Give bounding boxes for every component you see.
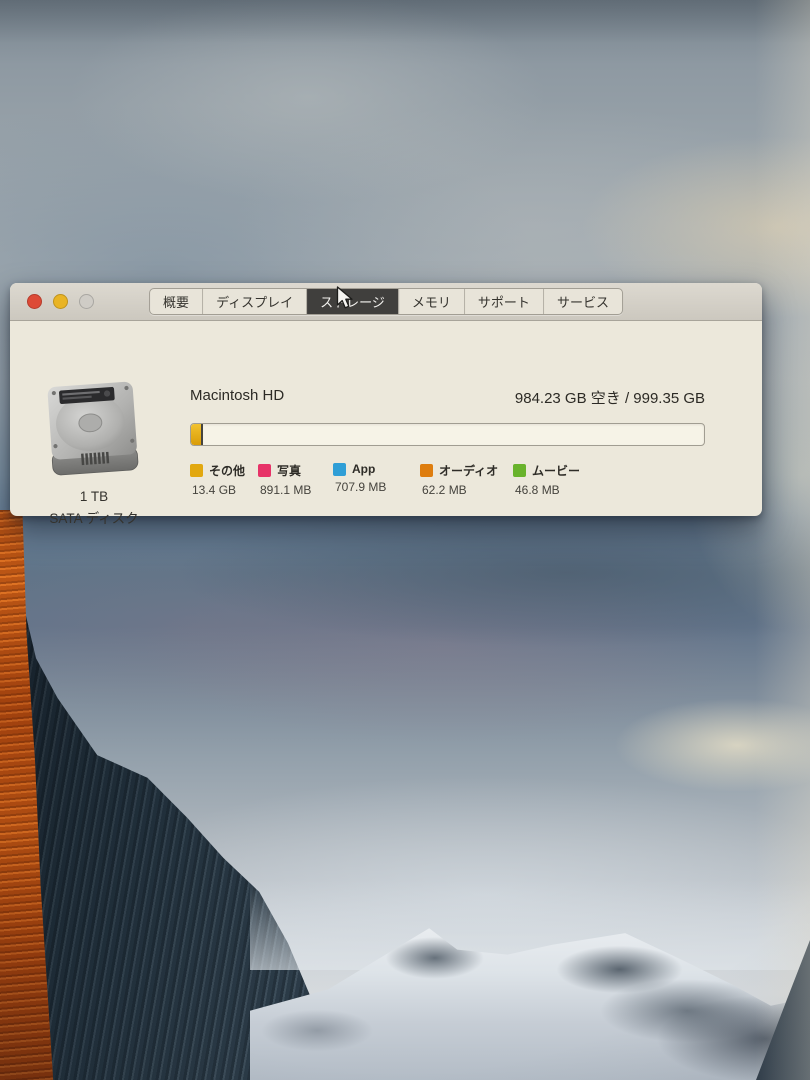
photo-vignette — [0, 0, 810, 1080]
photos-color-swatch — [258, 464, 271, 477]
mouse-cursor-icon — [336, 286, 354, 312]
tab-memory[interactable]: メモリ — [399, 289, 465, 314]
movies-color-swatch — [513, 464, 526, 477]
system-info-window: 概要 ディスプレイ ストレージ メモリ サポート サービス — [10, 283, 762, 516]
legend-label: その他 — [209, 462, 245, 479]
legend-value: 46.8 MB — [515, 483, 580, 497]
tab-displays[interactable]: ディスプレイ — [203, 289, 307, 314]
tab-support[interactable]: サポート — [465, 289, 544, 314]
storage-panel: 1 TB SATA ディスク Macintosh HD 984.23 GB 空き… — [10, 321, 762, 515]
disk-type-label: SATA ディスク — [10, 507, 178, 527]
traffic-lights — [27, 294, 94, 309]
legend-label: オーディオ — [439, 462, 498, 479]
disk-size-label: 1 TB — [10, 489, 178, 504]
legend-item-movies: ムービー 46.8 MB — [513, 462, 580, 497]
legend-value: 62.2 MB — [422, 483, 498, 497]
zoom-button[interactable] — [79, 294, 94, 309]
legend-value: 13.4 GB — [192, 483, 245, 497]
window-titlebar[interactable]: 概要 ディスプレイ ストレージ メモリ サポート サービス — [10, 283, 762, 321]
legend-label: ムービー — [532, 462, 580, 479]
legend-item-audio: オーディオ 62.2 MB — [420, 462, 498, 497]
legend-value: 891.1 MB — [260, 483, 311, 497]
legend-item-other: その他 13.4 GB — [190, 462, 245, 497]
minimize-button[interactable] — [53, 294, 68, 309]
legend-value: 707.9 MB — [335, 480, 386, 494]
close-button[interactable] — [27, 294, 42, 309]
desktop-background — [0, 0, 810, 1080]
bar-segment-small-categories — [201, 424, 203, 445]
tab-overview[interactable]: 概要 — [150, 289, 203, 314]
apps-color-swatch — [333, 463, 346, 476]
capacity-summary: 984.23 GB 空き / 999.35 GB — [515, 387, 705, 408]
legend-label: App — [352, 462, 375, 476]
hard-disk-icon — [40, 379, 146, 483]
tab-bar: 概要 ディスプレイ ストレージ メモリ サポート サービス — [149, 288, 623, 315]
legend-item-photos: 写真 891.1 MB — [258, 462, 311, 497]
other-color-swatch — [190, 464, 203, 477]
bar-segment-other — [191, 424, 201, 445]
volume-name: Macintosh HD — [190, 387, 284, 404]
audio-color-swatch — [420, 464, 433, 477]
legend-label: 写真 — [277, 462, 301, 479]
storage-usage-bar — [190, 423, 705, 446]
tab-service[interactable]: サービス — [544, 289, 622, 314]
legend-item-apps: App 707.9 MB — [333, 462, 386, 494]
